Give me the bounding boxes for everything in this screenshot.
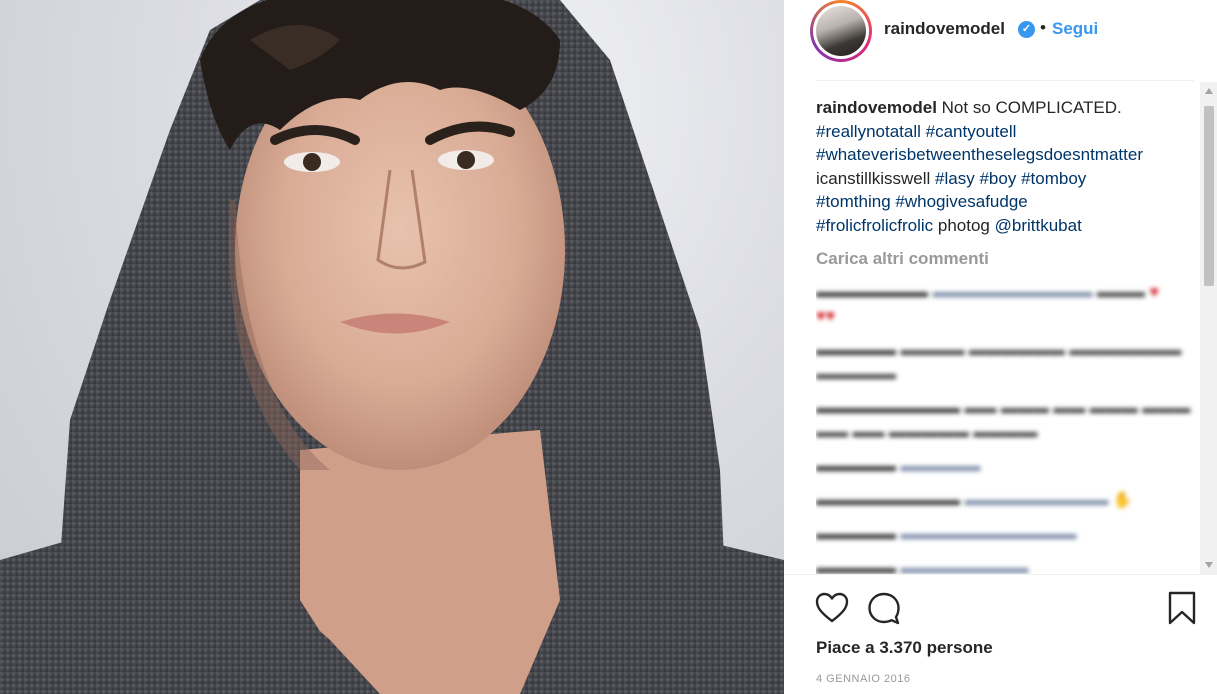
scroll-down-arrow-icon[interactable] xyxy=(1205,562,1213,568)
caption-username[interactable]: raindovemodel xyxy=(816,98,937,117)
hashtag[interactable]: #whateverisbetweentheselegsdoesntmatter xyxy=(816,145,1143,164)
hashtag[interactable]: #tomthing xyxy=(816,192,891,211)
comment-icon[interactable] xyxy=(866,590,902,626)
comments-list[interactable]: raindovemodel Not so COMPLICATED. #reall… xyxy=(816,96,1198,574)
verified-badge-icon: ✓ xyxy=(1018,21,1035,38)
header-divider xyxy=(816,80,1194,81)
action-bar xyxy=(784,590,1217,630)
caption-photog: photog xyxy=(937,215,990,235)
likes-count[interactable]: Piace a 3.370 persone xyxy=(816,638,993,658)
avatar[interactable] xyxy=(810,0,872,62)
post-date[interactable]: 4 GENNAIO 2016 xyxy=(816,673,910,685)
post-panel: raindovemodel ✓ • Segui raindovemodel No… xyxy=(784,0,1217,694)
hashtag[interactable]: #cantyoutell xyxy=(926,122,1017,141)
post-photo[interactable] xyxy=(0,0,784,694)
follow-button[interactable]: Segui xyxy=(1052,19,1098,39)
username-link[interactable]: raindovemodel xyxy=(884,19,1005,39)
hashtag[interactable]: #whogivesafudge xyxy=(895,192,1027,211)
comment-item: ▬▬▬▬▬▬▬ ▬▬▬▬▬▬▬▬▬▬ ▬▬▬ ♥ ♥♥ xyxy=(816,283,1159,325)
hashtag[interactable]: #frolicfrolicfrolic xyxy=(816,216,933,235)
comments-scrollbar[interactable] xyxy=(1200,82,1217,574)
caption: raindovemodel Not so COMPLICATED. #reall… xyxy=(816,96,1198,237)
comment-item: ▬▬▬▬▬ ▬▬▬▬▬▬▬▬▬▬▬ xyxy=(816,525,1077,543)
actions-divider xyxy=(784,574,1217,575)
comment-item: ▬▬▬▬▬ ▬▬▬▬▬ xyxy=(816,457,981,475)
comment-item: ▬▬▬▬▬▬▬▬▬ ▬▬▬▬▬▬▬▬▬ ✋ xyxy=(816,491,1133,509)
caption-text: Not so COMPLICATED. xyxy=(941,98,1122,117)
post-header: raindovemodel ✓ • Segui xyxy=(784,0,1217,62)
mention-link[interactable]: @brittkubat xyxy=(995,216,1082,235)
portrait-image xyxy=(0,0,784,694)
bookmark-icon[interactable] xyxy=(1164,590,1200,626)
comment-item: ▬▬▬▬▬ ▬▬▬▬ ▬▬▬▬▬▬ ▬▬▬▬▬▬▬ ▬▬▬▬▬ xyxy=(816,341,1182,383)
hashtag[interactable]: #tomboy xyxy=(1021,169,1086,188)
hashtag[interactable]: #lasy xyxy=(935,169,975,188)
scroll-thumb[interactable] xyxy=(1204,106,1214,286)
hashtag[interactable]: #boy xyxy=(979,169,1016,188)
avatar-image xyxy=(816,6,866,56)
separator-dot: • xyxy=(1040,18,1046,37)
comment-item: ▬▬▬▬▬ ▬▬▬▬▬▬▬▬ xyxy=(816,559,1029,575)
load-more-comments-button[interactable]: Carica altri commenti xyxy=(816,247,1198,271)
comment-item: ▬▬▬▬▬▬▬▬▬ ▬▬ ▬▬▬ ▬▬ ▬▬▬ ▬▬▬ ▬▬ ▬▬ ▬▬▬▬▬ ▬… xyxy=(816,399,1191,441)
caption-word: icanstillkisswell xyxy=(816,168,931,188)
like-heart-icon[interactable] xyxy=(814,590,850,626)
hashtag[interactable]: #reallynotatall xyxy=(816,122,921,141)
scroll-up-arrow-icon[interactable] xyxy=(1205,88,1213,94)
